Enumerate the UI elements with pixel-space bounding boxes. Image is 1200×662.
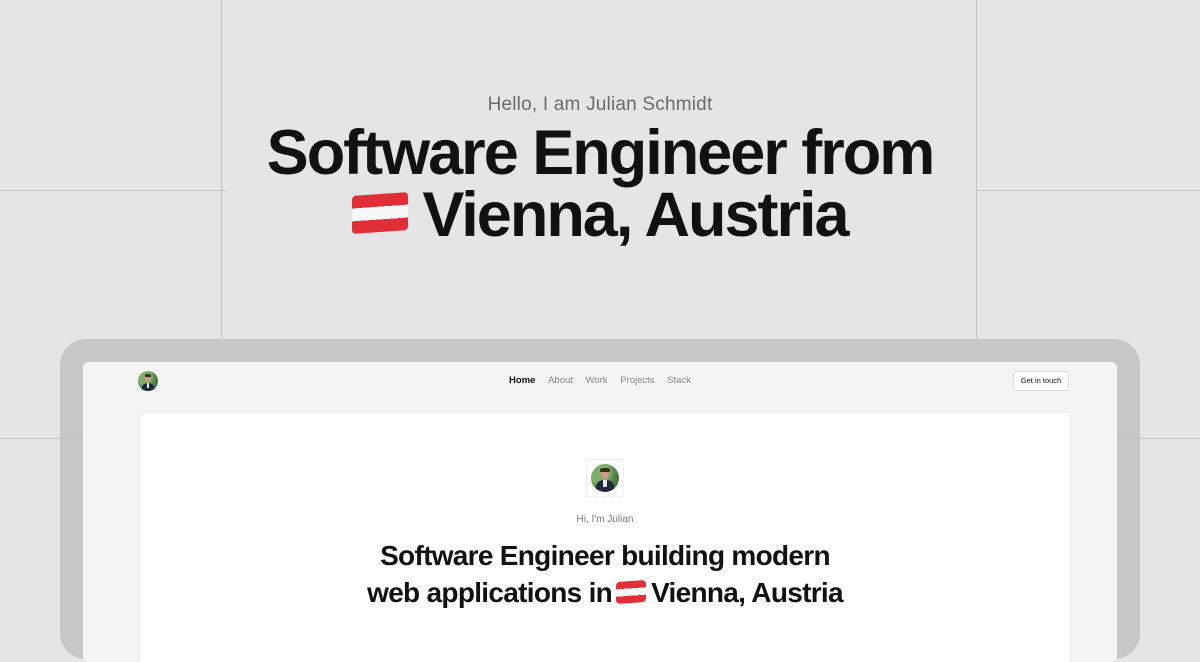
avatar: [591, 464, 619, 492]
card-title: Software Engineer building modern web ap…: [140, 537, 1070, 611]
austria-flag-icon: [352, 192, 409, 235]
card-title-line2-pre: web applications in: [367, 577, 613, 608]
website-preview: Home About Work Projects Stack Get in to…: [83, 362, 1117, 662]
nav-menu: Home About Work Projects Stack: [83, 375, 1117, 386]
nav-item-projects[interactable]: Projects: [620, 375, 654, 386]
hero: Hello, I am Julian Schmidt Software Engi…: [0, 92, 1200, 247]
nav-item-work[interactable]: Work: [586, 375, 608, 386]
hero-title-line2: Vienna, Austria: [422, 180, 849, 250]
nav-item-stack[interactable]: Stack: [667, 375, 691, 386]
hero-greeting: Hello, I am Julian Schmidt: [487, 94, 713, 115]
avatar-frame: [586, 459, 624, 497]
intro-card: Hi, I'm Julian Software Engineer buildin…: [139, 412, 1071, 662]
card-title-line1: Software Engineer building modern: [380, 540, 831, 571]
nav-item-home[interactable]: Home: [509, 375, 535, 386]
get-in-touch-button[interactable]: Get in touch: [1013, 371, 1069, 391]
austria-flag-icon: [616, 579, 647, 604]
hero-title-line1: Software Engineer from: [266, 118, 936, 188]
card-title-line2-post: Vienna, Austria: [651, 577, 843, 608]
hero-title: Software Engineer from Vienna, Austria: [220, 122, 980, 247]
nav-item-about[interactable]: About: [548, 375, 573, 386]
card-greeting: Hi, I'm Julian: [576, 514, 634, 525]
